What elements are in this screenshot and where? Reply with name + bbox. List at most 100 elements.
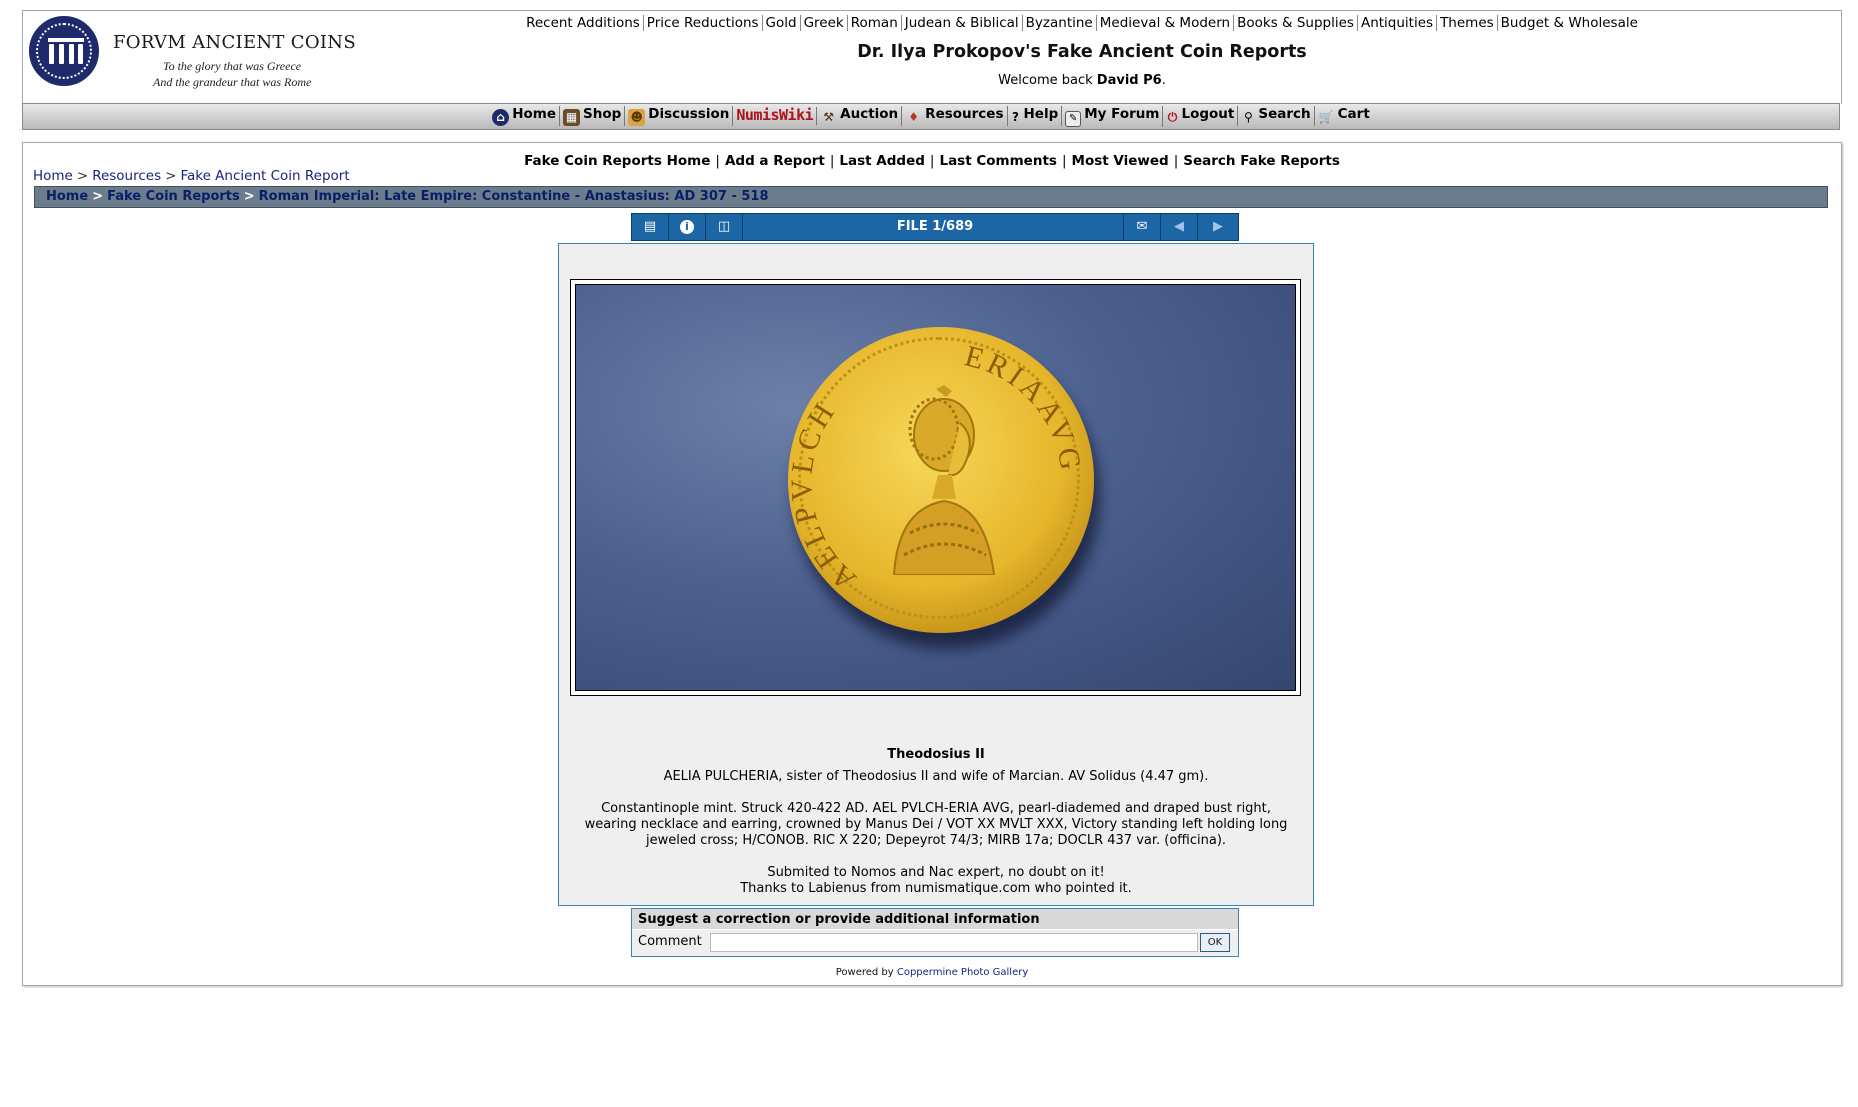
mainnav-help[interactable]: ? Help: [1008, 106, 1063, 126]
resources-icon: ♦: [908, 110, 920, 124]
gallery-crumb-fake-reports[interactable]: Fake Coin Reports: [107, 189, 240, 204]
mainnav-numiswiki[interactable]: NumisWiki: [733, 106, 818, 125]
gold-coin: AELPVLCH ERIAAVG: [788, 327, 1094, 633]
image-frame: AELPVLCH ERIAAVG: [570, 279, 1301, 696]
breadcrumb-resources[interactable]: Resources: [92, 168, 161, 184]
nav-antiquities[interactable]: Antiquities: [1357, 15, 1438, 31]
nav-recent-additions[interactable]: Recent Additions: [523, 15, 644, 31]
coin-title: Theodosius II: [887, 747, 985, 762]
nav-judean-biblical[interactable]: Judean & Biblical: [901, 15, 1023, 31]
thumbnails-icon: ▤: [643, 219, 657, 234]
logo-title: FORVM ANCIENT COINS: [113, 32, 356, 53]
coin-note-1: Submited to Nomos and Nac expert, no dou…: [767, 865, 1105, 880]
footer-powered-by: Powered by Coppermine Photo Gallery: [23, 967, 1841, 978]
nav-medieval-modern[interactable]: Medieval & Modern: [1096, 15, 1235, 31]
coppermine-link[interactable]: Coppermine Photo Gallery: [897, 967, 1028, 978]
footer-prefix: Powered by: [835, 967, 897, 978]
breadcrumb: Home > Resources > Fake Ancient Coin Report: [33, 168, 350, 184]
nav-themes[interactable]: Themes: [1437, 15, 1498, 31]
gallery-breadcrumb: Home > Fake Coin Reports > Roman Imperial: L…: [34, 186, 1828, 208]
comment-label: Comment: [638, 934, 702, 949]
subnav-add-report[interactable]: Add a Report: [725, 153, 825, 169]
mainnav-resources-label: Resources: [925, 106, 1004, 122]
coin-description-detail: Constantinople mint. Struck 420-422 AD. …: [584, 801, 1288, 848]
image-toolbar: ▤ i ◫ FILE 1/689 ✉ ◀ ▶: [631, 213, 1239, 241]
comment-ok-button[interactable]: OK: [1200, 933, 1230, 952]
mainnav-home[interactable]: ⌂ Home: [489, 106, 560, 126]
slideshow-button[interactable]: ◫: [706, 214, 743, 240]
coin-photo[interactable]: AELPVLCH ERIAAVG: [575, 284, 1296, 691]
mainnav-search-label: Search: [1258, 106, 1311, 122]
search-icon: ⚲: [1243, 110, 1253, 124]
main-nav: ⌂ Home ▦ Shop ☻ Discussion NumisWiki ⚒ Auction ♦ R…: [22, 103, 1840, 130]
gallery-crumb-category[interactable]: Roman Imperial: Late Empire: Constantine…: [259, 189, 769, 204]
subnav-last-added[interactable]: Last Added: [839, 153, 925, 169]
mainnav-cart-label: Cart: [1337, 106, 1370, 122]
mainnav-logout-label: Logout: [1181, 106, 1235, 122]
svg-text:ERIAAVG: ERIAAVG: [961, 339, 1087, 476]
mainnav-cart[interactable]: 🛒 Cart: [1315, 106, 1373, 126]
mainnav-logout[interactable]: ⏻ Logout: [1163, 106, 1239, 126]
help-icon: ?: [1012, 110, 1019, 124]
return-to-thumbnails-button[interactable]: ▤: [632, 214, 669, 240]
svg-text:AELPVLCH: AELPVLCH: [788, 394, 862, 596]
mainnav-discussion-label: Discussion: [648, 106, 730, 122]
nav-greek[interactable]: Greek: [800, 15, 848, 31]
coin-legend: AELPVLCH ERIAAVG: [788, 339, 1087, 596]
mainnav-search[interactable]: ⚲ Search: [1238, 106, 1315, 126]
previous-button[interactable]: ◀: [1160, 214, 1197, 240]
subnav-last-comments[interactable]: Last Comments: [939, 153, 1056, 169]
next-button[interactable]: ▶: [1197, 214, 1238, 240]
mainnav-shop-label: Shop: [583, 106, 622, 122]
cart-icon: 🛒: [1318, 110, 1334, 124]
logo-tagline-1: To the glory that was Greece: [163, 59, 302, 73]
coin-legend-right: ERIAAVG: [961, 339, 1083, 476]
nav-roman[interactable]: Roman: [847, 15, 902, 31]
mainnav-shop[interactable]: ▦ Shop: [560, 106, 626, 126]
image-panel: AELPVLCH ERIAAVG Theodosius II AELIA PUL…: [558, 243, 1314, 906]
email-ecard-button[interactable]: ✉: [1123, 214, 1160, 240]
welcome-prefix: Welcome back: [998, 73, 1097, 88]
home-icon: ⌂: [492, 109, 510, 126]
fake-reports-nav: Fake Coin Reports Home | Add a Report | Last…: [524, 153, 1340, 169]
subnav-reports-home[interactable]: Fake Coin Reports Home: [524, 153, 710, 169]
nav-budget-wholesale[interactable]: Budget & Wholesale: [1498, 15, 1641, 31]
breadcrumb-home[interactable]: Home: [33, 168, 73, 184]
comment-form-heading: Suggest a correction or provide addition…: [632, 909, 1238, 930]
coin-legend-left: AELPVLCH: [788, 394, 858, 596]
shop-icon: ▦: [563, 109, 580, 126]
page-title: Dr. Ilya Prokopov's Fake Ancient Coin Re…: [857, 42, 1307, 62]
nav-byzantine[interactable]: Byzantine: [1022, 15, 1097, 31]
mainnav-my-forum[interactable]: ✎ My Forum: [1062, 105, 1164, 127]
logo-tagline-2: And the grandeur that was Rome: [153, 75, 312, 89]
nav-gold[interactable]: Gold: [762, 15, 801, 31]
coin-description-summary: AELIA PULCHERIA, sister of Theodosius II…: [663, 769, 1209, 784]
arrow-left-icon: ◀: [1174, 219, 1184, 234]
slideshow-icon: ◫: [717, 219, 731, 234]
arrow-right-icon: ▶: [1213, 219, 1223, 234]
image-caption: Theodosius II AELIA PULCHERIA, sister of…: [559, 747, 1313, 897]
username: David P6: [1096, 73, 1162, 88]
forum-icon: ✎: [1065, 110, 1082, 127]
subnav-most-viewed[interactable]: Most Viewed: [1072, 153, 1169, 169]
mainnav-auction[interactable]: ⚒ Auction: [817, 106, 903, 126]
file-info-button[interactable]: i: [669, 214, 706, 240]
welcome-suffix: .: [1161, 73, 1166, 88]
nav-price-reductions[interactable]: Price Reductions: [643, 15, 763, 31]
comment-form: Suggest a correction or provide addition…: [631, 908, 1239, 957]
nav-books-supplies[interactable]: Books & Supplies: [1234, 15, 1358, 31]
numiswiki-logo: NumisWiki: [736, 106, 814, 124]
gallery-crumb-home[interactable]: Home: [46, 189, 88, 204]
discussion-icon: ☻: [628, 109, 646, 126]
mainnav-help-label: Help: [1023, 106, 1059, 122]
content-panel: Fake Coin Reports Home | Add a Report | Last…: [22, 142, 1842, 986]
subnav-search-fake-reports[interactable]: Search Fake Reports: [1183, 153, 1340, 169]
comment-input[interactable]: [710, 933, 1198, 952]
mainnav-resources[interactable]: ♦ Resources: [902, 106, 1008, 126]
mainnav-discussion[interactable]: ☻ Discussion: [625, 106, 734, 126]
mainnav-home-label: Home: [512, 106, 556, 122]
breadcrumb-fake-report[interactable]: Fake Ancient Coin Report: [180, 168, 349, 184]
file-counter: FILE 1/689: [896, 219, 974, 234]
info-icon: i: [680, 220, 694, 234]
gavel-icon: ⚒: [823, 110, 835, 124]
